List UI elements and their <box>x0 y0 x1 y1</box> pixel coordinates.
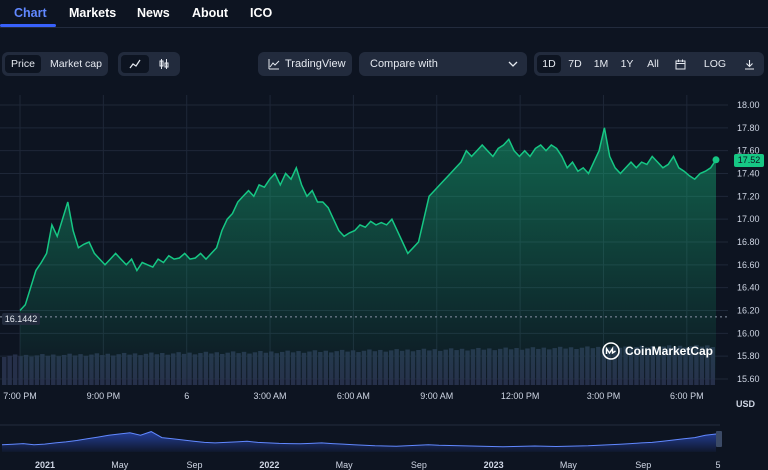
currency-label: USD <box>736 399 756 409</box>
timeline-tick-label: 2022 <box>259 460 279 470</box>
watermark-text: CoinMarketCap <box>625 344 714 358</box>
coinmarketcap-watermark: CoinMarketCap <box>602 342 713 360</box>
timeline-tick-label: Sep <box>187 460 203 470</box>
x-tick-label: 3:00 AM <box>254 391 287 401</box>
volume-bar <box>2 357 7 385</box>
timeline-axis: 2021 May Sep 2022 May Sep 2023 May Sep 5 <box>35 460 721 470</box>
coinmarketcap-logo-icon <box>602 342 620 360</box>
timeline-tick-label: Sep <box>635 460 651 470</box>
volume-bar <box>12 354 18 385</box>
open-price-badge: 16.1442 <box>2 313 40 325</box>
y-axis: 18.0017.8017.6017.4017.2017.0016.8016.60… <box>737 100 760 384</box>
y-tick-label: 15.80 <box>737 351 760 361</box>
x-tick-label: 9:00 PM <box>87 391 121 401</box>
current-price-dot <box>712 156 720 164</box>
y-tick-label: 17.20 <box>737 191 760 201</box>
current-price-badge: 17.52 <box>734 154 764 167</box>
y-tick-label: 17.00 <box>737 214 760 224</box>
volume-bar <box>7 355 12 385</box>
y-tick-label: 16.20 <box>737 306 760 316</box>
timeline-tick-label: May <box>560 460 578 470</box>
x-tick-label: 3:00 PM <box>587 391 621 401</box>
timeline-tick-label: 2023 <box>484 460 504 470</box>
price-chart[interactable]: 18.0017.8017.6017.4017.2017.0016.8016.60… <box>0 0 768 470</box>
y-tick-label: 17.80 <box>737 123 760 133</box>
timeline-tick-label: 2021 <box>35 460 55 470</box>
y-tick-label: 17.40 <box>737 169 760 179</box>
timeline-tick-label: Sep <box>411 460 427 470</box>
x-tick-label: 7:00 PM <box>3 391 37 401</box>
x-tick-label: 6:00 AM <box>337 391 370 401</box>
timeline-tick-label: 5 <box>715 460 720 470</box>
x-tick-label: 6:00 PM <box>670 391 704 401</box>
y-tick-label: 16.60 <box>737 260 760 270</box>
y-tick-label: 16.80 <box>737 237 760 247</box>
timeline-tick-label: May <box>336 460 354 470</box>
x-axis: 7:00 PM 9:00 PM 6 3:00 AM 6:00 AM 9:00 AM 12:0… <box>3 391 703 401</box>
timeline-tick-label: May <box>111 460 129 470</box>
y-tick-label: 15.60 <box>737 374 760 384</box>
y-tick-label: 16.00 <box>737 328 760 338</box>
y-tick-label: 18.00 <box>737 100 760 110</box>
x-tick-label: 6 <box>184 391 189 401</box>
timeline-handle[interactable] <box>716 431 722 447</box>
x-tick-label: 9:00 AM <box>420 391 453 401</box>
x-tick-label: 12:00 PM <box>501 391 540 401</box>
y-tick-label: 16.40 <box>737 283 760 293</box>
